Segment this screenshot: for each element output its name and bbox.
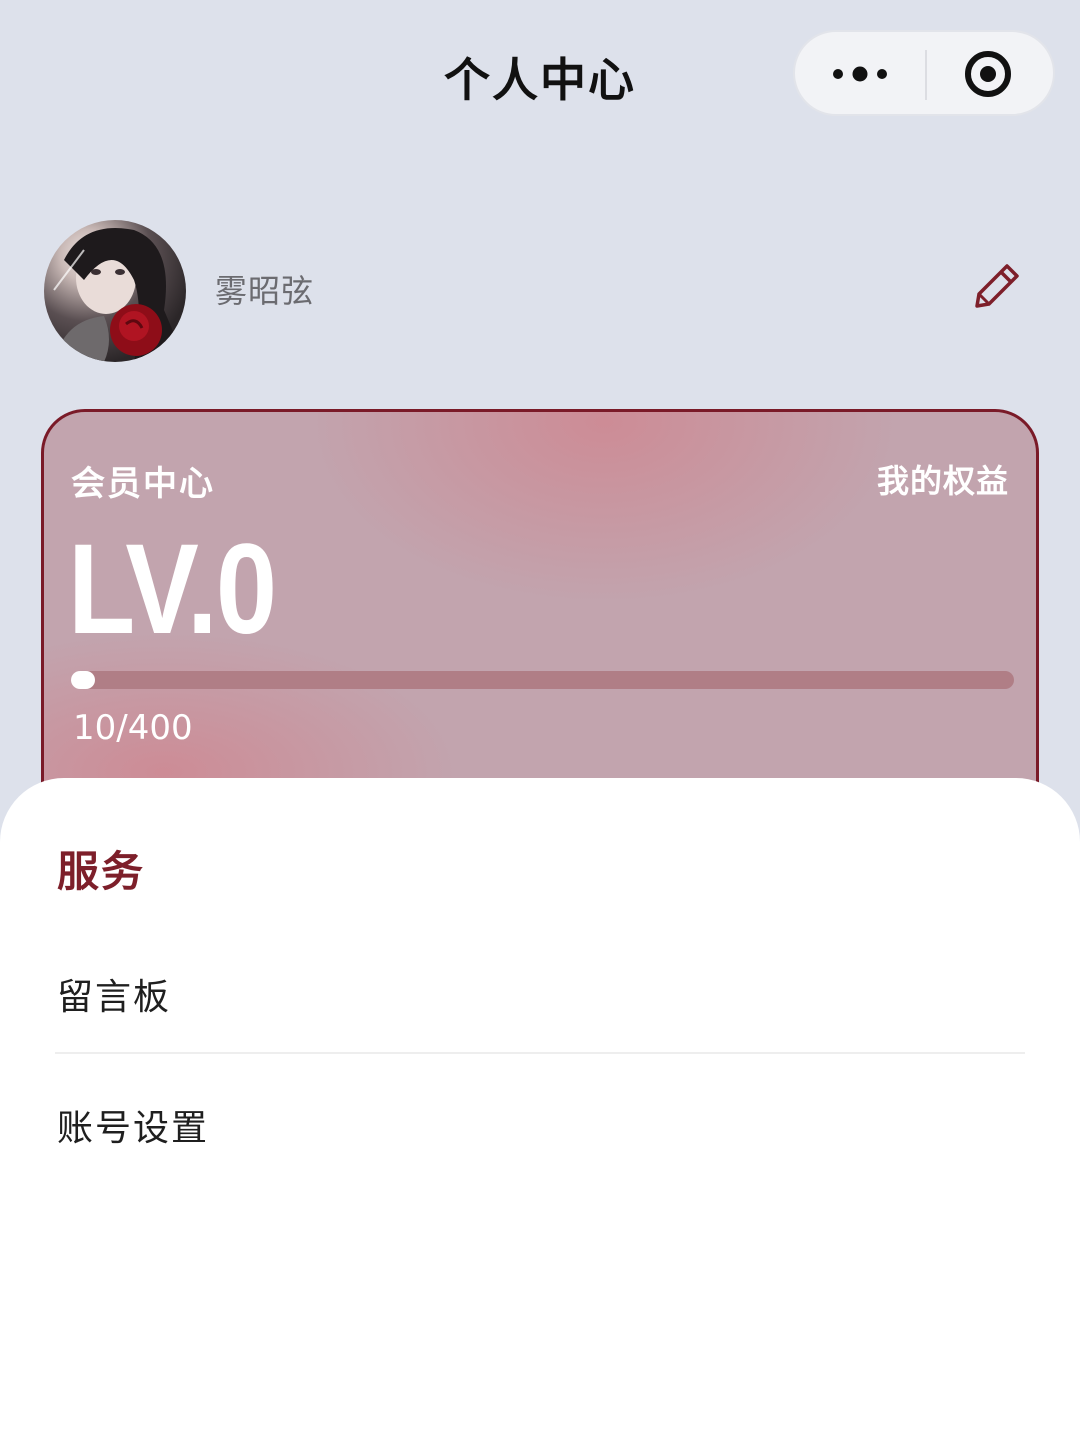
more-button[interactable]: [795, 32, 925, 114]
level-progress-bar: [71, 671, 1014, 689]
level-progress-fill: [71, 671, 95, 689]
menu-item-guestbook[interactable]: 留言板: [55, 928, 1025, 1054]
services-panel: 服务 留言板 账号设置: [0, 778, 1080, 1440]
mini-program-capsule: [793, 30, 1055, 116]
target-circle-icon: [965, 51, 1011, 97]
navigation-bar: 个人中心: [0, 0, 1080, 150]
user-avatar: [53, 228, 186, 362]
menu-item-label: 账号设置: [57, 1108, 210, 1149]
menu-item-label: 留言板: [57, 977, 172, 1018]
avatar[interactable]: [44, 220, 186, 362]
menu-item-account-settings[interactable]: 账号设置: [55, 1056, 1025, 1186]
username: 雾昭弦: [215, 272, 315, 310]
my-benefits-link[interactable]: 我的权益: [877, 456, 1009, 502]
services-title: 服务: [57, 847, 146, 896]
member-level: LV.0: [68, 518, 277, 661]
more-dots-icon: [833, 66, 887, 82]
member-center-title: 会员中心: [71, 464, 215, 504]
level-progress-text: 10/400: [73, 708, 193, 748]
edit-profile-button[interactable]: [965, 256, 1025, 316]
pencil-icon: [975, 264, 1019, 308]
close-button[interactable]: [927, 32, 1055, 114]
